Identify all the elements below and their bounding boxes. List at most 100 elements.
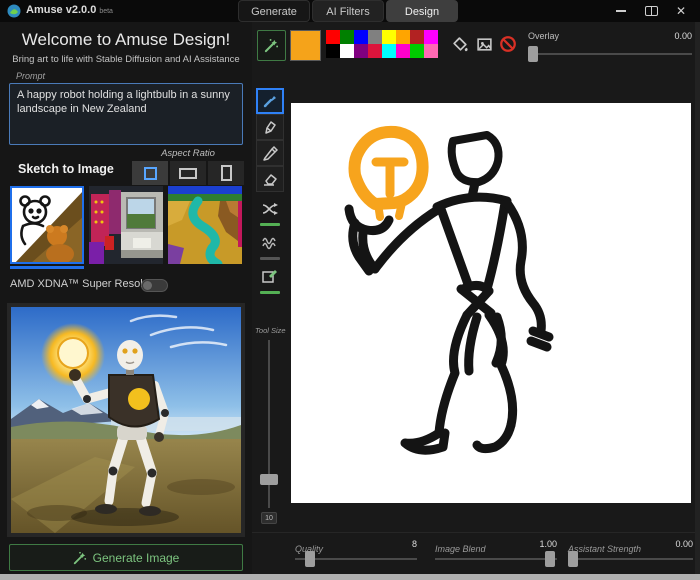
aspect-portrait-button[interactable]	[208, 161, 244, 185]
mode-tabs: Generate AI Filters Design	[238, 0, 460, 22]
palette-swatch[interactable]	[368, 44, 382, 58]
palette-swatch[interactable]	[382, 30, 396, 44]
bottom-divider	[252, 532, 700, 533]
prompt-input[interactable]: A happy robot holding a lightbulb in a s…	[9, 83, 243, 145]
teddy-sketch-image	[10, 186, 84, 264]
super-resolution-toggle[interactable]	[141, 279, 168, 292]
palette-swatch[interactable]	[410, 30, 424, 44]
generate-image-label: Generate Image	[93, 551, 180, 565]
window-controls: ✕	[606, 0, 696, 22]
tool-pen[interactable]	[256, 140, 284, 166]
palette-swatch[interactable]	[368, 30, 382, 44]
image-blend-slider[interactable]	[435, 551, 557, 567]
amuse-app-window: Amuse v2.0.0beta Generate AI Filters Des…	[0, 0, 700, 580]
assistant-strength-value: 0.00	[675, 539, 693, 549]
quality-value: 8	[412, 539, 417, 549]
generate-image-button[interactable]: Generate Image	[9, 544, 243, 571]
pen-icon	[262, 145, 278, 161]
generated-image-frame	[7, 303, 245, 537]
quality-slider[interactable]	[295, 551, 417, 567]
window-bottom-edge	[0, 574, 700, 580]
thumbnail-teddy-bear[interactable]	[10, 186, 84, 264]
palette-swatch[interactable]	[396, 30, 410, 44]
welcome-title: Welcome to Amuse Design!	[0, 30, 252, 50]
image-blend-value: 1.00	[539, 539, 557, 549]
palette-swatch[interactable]	[424, 30, 438, 44]
portrait-aspect-icon	[221, 165, 232, 181]
close-icon: ✕	[676, 5, 686, 17]
assistant-strength-slider[interactable]	[568, 551, 693, 567]
selected-thumbnail-indicator	[10, 266, 84, 269]
current-color-swatch[interactable]	[290, 30, 321, 61]
maximize-button[interactable]	[636, 1, 666, 21]
fill-bucket-icon	[452, 36, 469, 53]
palette-swatch[interactable]	[354, 30, 368, 44]
palette-swatch[interactable]	[326, 44, 340, 58]
eraser-icon	[262, 171, 278, 187]
palette-swatch[interactable]	[340, 30, 354, 44]
generated-image[interactable]	[11, 307, 241, 533]
close-button[interactable]: ✕	[666, 1, 696, 21]
prohibition-icon	[499, 35, 517, 53]
scribble-inactive-indicator	[260, 257, 280, 260]
assistant-strength-slider-track	[568, 558, 693, 560]
clear-canvas-button[interactable]	[498, 34, 518, 54]
image-blend-slider-handle[interactable]	[545, 551, 555, 567]
palette-swatch[interactable]	[326, 30, 340, 44]
image-blend-slider-group: Image Blend 1.00	[435, 539, 557, 557]
overlay-slider[interactable]	[528, 46, 692, 62]
drawing-canvas[interactable]	[291, 103, 691, 503]
tool-eraser[interactable]	[256, 166, 284, 192]
palette-swatch[interactable]	[410, 44, 424, 58]
ai-assist-button[interactable]	[257, 30, 286, 61]
aspect-ratio-label: Aspect Ratio	[132, 148, 244, 159]
palette-swatch[interactable]	[354, 44, 368, 58]
palette-swatch[interactable]	[424, 44, 438, 58]
assistant-strength-slider-group: Assistant Strength 0.00	[568, 539, 693, 557]
tab-ai-filters[interactable]: AI Filters	[312, 0, 384, 22]
quality-slider-handle[interactable]	[305, 551, 315, 567]
tab-design[interactable]: Design	[386, 0, 458, 22]
edit-canvas-active-indicator	[260, 291, 280, 294]
scrollbar-strip[interactable]	[695, 22, 700, 574]
thumbnail-river-landscape[interactable]	[168, 186, 242, 264]
overlay-label: Overlay	[528, 31, 559, 41]
app-title: Amuse v2.0.0beta	[26, 4, 113, 16]
tool-shuffle[interactable]	[256, 198, 284, 220]
aspect-square-button[interactable]	[132, 161, 168, 185]
fill-bucket-button[interactable]	[450, 34, 470, 54]
image-icon	[476, 36, 493, 53]
tool-size-label: Tool Size	[255, 326, 286, 335]
image-blend-slider-track	[435, 558, 557, 560]
welcome-subtitle: Bring art to life with Stable Diffusion …	[0, 54, 252, 65]
palette-swatch[interactable]	[340, 44, 354, 58]
wand-icon	[73, 551, 87, 565]
tool-marker[interactable]	[256, 114, 284, 140]
square-aspect-icon	[144, 167, 157, 180]
color-palette	[326, 30, 438, 58]
tool-size-slider-handle[interactable]	[260, 474, 278, 485]
sketch-to-image-label: Sketch to Image	[18, 162, 114, 176]
ai-wand-icon	[264, 38, 279, 53]
insert-image-button[interactable]	[474, 34, 494, 54]
palette-swatch[interactable]	[396, 44, 410, 58]
prompt-label: Prompt	[16, 71, 45, 81]
palette-swatch[interactable]	[382, 44, 396, 58]
tool-edit-canvas[interactable]	[256, 265, 284, 287]
minimize-button[interactable]	[606, 1, 636, 21]
maximize-icon	[645, 6, 658, 16]
thumbnail-interior-room[interactable]	[89, 186, 163, 264]
landscape-aspect-icon	[179, 168, 197, 179]
tool-brush[interactable]	[256, 88, 284, 114]
drawing-workspace: Overlay 0.00	[252, 22, 700, 574]
tab-generate[interactable]: Generate	[238, 0, 310, 22]
quality-slider-group: Quality 8	[295, 539, 417, 557]
scribble-icon	[261, 235, 279, 251]
overlay-slider-handle[interactable]	[528, 46, 538, 62]
design-sidebar: Welcome to Amuse Design! Bring art to li…	[0, 22, 252, 574]
marker-icon	[262, 119, 278, 135]
edit-canvas-icon	[261, 268, 279, 284]
aspect-landscape-button[interactable]	[170, 161, 206, 185]
assistant-strength-slider-handle[interactable]	[568, 551, 578, 567]
tool-scribble[interactable]	[256, 232, 284, 254]
